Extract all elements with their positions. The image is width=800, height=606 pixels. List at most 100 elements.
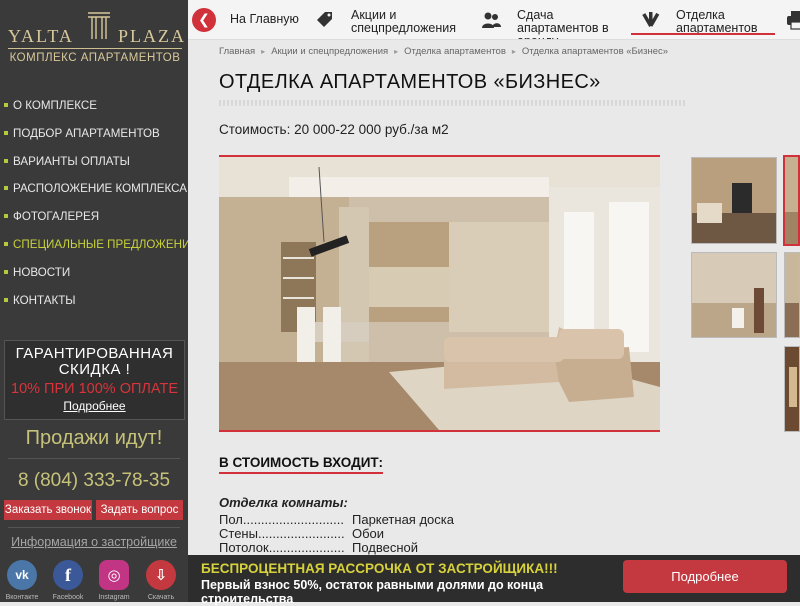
- bullet-icon: [4, 158, 8, 163]
- social-label: Вконтакте: [5, 594, 39, 601]
- menu-item-label: НОВОСТИ: [13, 265, 71, 279]
- menu-item-label: ФОТОГАЛЕРЕЯ: [13, 210, 100, 224]
- sales-status: Продажи идут!: [25, 427, 163, 449]
- gallery-thumbnail[interactable]: [691, 252, 777, 338]
- menu-item-label: РАСПОЛОЖЕНИЕ КОМПЛЕКСА: [13, 182, 187, 196]
- promo-discount: 10% ПРИ 100% ОПЛАТЕ: [11, 381, 178, 397]
- social-facebook[interactable]: f Facebook: [51, 560, 85, 601]
- menu-item-label: КОНТАКТЫ: [13, 293, 76, 307]
- social-label: Скачать: [147, 594, 175, 601]
- thumbnail-image: [785, 253, 799, 337]
- phone-number[interactable]: 8 (804) 333-78-35: [0, 470, 188, 492]
- facebook-icon: f: [53, 560, 83, 590]
- fan-deck-icon: [642, 12, 660, 27]
- price-text: Стоимость: 20 000-22 000 руб./за м2: [219, 122, 449, 137]
- bullet-icon: [4, 214, 8, 219]
- menu-item-gallery[interactable]: ФОТОГАЛЕРЕЯ: [0, 203, 188, 231]
- thumbnail-image: [692, 253, 776, 337]
- vk-icon: vk: [7, 560, 37, 590]
- logo-word-left: YALTA: [8, 26, 74, 46]
- banner-title: БЕСПРОЦЕНТНАЯ РАССРОЧКА ОТ ЗАСТРОЙЩИКА!!…: [201, 561, 558, 576]
- bullet-icon: [4, 269, 8, 274]
- breadcrumb-finishing[interactable]: Отделка апартаментов: [404, 46, 506, 57]
- menu-item-apartments[interactable]: ПОДБОР АПАРТАМЕНТОВ: [0, 120, 188, 148]
- people-icon: [482, 12, 501, 28]
- logo-word-right: PLAZA: [118, 26, 186, 46]
- gallery-thumbnail[interactable]: [691, 157, 777, 244]
- thumbnail-image: [692, 158, 776, 243]
- spec-value: Подвесной: [352, 540, 419, 555]
- discount-promo: ГАРАНТИРОВАННАЯ СКИДКА ! 10% ПРИ 100% ОП…: [4, 340, 185, 420]
- logo[interactable]: YALTA PLAZA КОМПЛЕКС АПАРТАМЕНТОВ: [0, 0, 188, 70]
- bullet-icon: [4, 297, 8, 302]
- breadcrumb: Главная ▸ Акции и спецпредложения ▸ Отделка …: [219, 46, 668, 57]
- thumbnail-image: [785, 347, 799, 431]
- sidebar: YALTA PLAZA КОМПЛЕКС АПАРТАМЕНТОВ О КОМП…: [0, 0, 188, 602]
- request-call-button[interactable]: Заказать звонок: [4, 500, 92, 520]
- spec-key: Пол.....................................…: [219, 512, 345, 527]
- spec-key: Потолок.................................…: [219, 540, 345, 555]
- nav-rent-link[interactable]: Сдача апартаментов в аренду: [517, 9, 619, 39]
- social-label: Instagram: [98, 594, 130, 601]
- spec-value: Обои: [352, 526, 385, 541]
- breadcrumb-separator-icon: ▸: [511, 47, 516, 56]
- bullet-icon: [4, 130, 8, 135]
- tag-icon: [317, 12, 332, 27]
- living-room-image: [219, 157, 660, 430]
- printer-icon[interactable]: [786, 9, 800, 31]
- menu-item-label: СПЕЦИАЛЬНЫЕ ПРЕДЛОЖЕНИЯ: [13, 237, 188, 251]
- banner-more-button[interactable]: Подробнее: [623, 560, 787, 593]
- top-navigation: ❮ На Главную Акции и спецпредложения Сда…: [188, 0, 800, 40]
- spec-key: Стены...................................…: [219, 526, 345, 541]
- instagram-icon: ◎: [99, 560, 129, 590]
- social-download[interactable]: ⇩ Скачать: [144, 560, 178, 601]
- divider: [8, 527, 180, 528]
- menu-item-special-offers[interactable]: СПЕЦИАЛЬНЫЕ ПРЕДЛОЖЕНИЯ: [0, 231, 188, 259]
- breadcrumb-separator-icon: ▸: [394, 47, 399, 56]
- installment-banner: БЕСПРОЦЕНТНАЯ РАССРОЧКА ОТ ЗАСТРОЙЩИКА!!…: [188, 555, 800, 606]
- spec-value: Паркетная доска: [352, 512, 454, 527]
- menu-item-label: ВАРИАНТЫ ОПЛАТЫ: [13, 154, 130, 168]
- gallery-thumbnail-active[interactable]: [783, 155, 800, 246]
- ask-question-button[interactable]: Задать вопрос: [96, 500, 183, 520]
- bullet-icon: [4, 102, 8, 107]
- promo-title: ГАРАНТИРОВАННАЯ СКИДКА !: [15, 345, 174, 378]
- menu-item-news[interactable]: НОВОСТИ: [0, 259, 188, 287]
- nav-active-indicator: [631, 33, 775, 35]
- spec-row: Стены...................................…: [219, 526, 539, 541]
- nav-finishing-link[interactable]: Отделка апартаментов: [676, 9, 776, 46]
- bullet-icon: [4, 241, 8, 246]
- social-label: Facebook: [52, 594, 84, 601]
- includes-heading: В СТОИМОСТЬ ВХОДИТ:: [219, 455, 383, 474]
- nav-promotions-link[interactable]: Акции и спецпредложения: [351, 9, 469, 46]
- back-arrow-icon[interactable]: ❮: [192, 8, 216, 32]
- room-finishing-heading: Отделка комнаты:: [219, 495, 348, 510]
- menu-item-contacts[interactable]: КОНТАКТЫ: [0, 287, 188, 315]
- breadcrumb-home[interactable]: Главная: [219, 46, 255, 57]
- social-vk[interactable]: vk Вконтакте: [5, 560, 39, 601]
- main-photo[interactable]: [219, 155, 660, 432]
- gallery-thumbnail[interactable]: [784, 252, 800, 338]
- bullet-icon: [4, 186, 8, 191]
- page-title: ОТДЕЛКА АПАРТАМЕНТОВ «БИЗНЕС»: [219, 71, 601, 93]
- main-menu: О КОМПЛЕКСЕ ПОДБОР АПАРТАМЕНТОВ ВАРИАНТЫ…: [0, 92, 188, 314]
- social-instagram[interactable]: ◎ Instagram: [97, 560, 131, 601]
- breadcrumb-separator-icon: ▸: [261, 47, 266, 56]
- divider: [8, 458, 180, 459]
- title-divider: [219, 100, 687, 106]
- logo-emblem-icon: [88, 12, 110, 39]
- breadcrumb-promotions[interactable]: Акции и спецпредложения: [271, 46, 388, 57]
- menu-item-payment[interactable]: ВАРИАНТЫ ОПЛАТЫ: [0, 148, 188, 176]
- developer-info-link[interactable]: Информация о застройщике: [0, 535, 188, 549]
- spec-row: Пол.....................................…: [219, 512, 539, 527]
- spec-row: Потолок.................................…: [219, 540, 539, 555]
- promo-more-link[interactable]: Подробнее: [5, 399, 184, 413]
- menu-item-label: О КОМПЛЕКСЕ: [13, 99, 97, 112]
- download-icon: ⇩: [146, 560, 176, 590]
- menu-item-location[interactable]: РАСПОЛОЖЕНИЕ КОМПЛЕКСА: [0, 175, 188, 203]
- nav-home-link[interactable]: На Главную: [230, 13, 299, 50]
- thumbnail-image: [785, 157, 798, 244]
- menu-item-label: ПОДБОР АПАРТАМЕНТОВ: [13, 126, 160, 140]
- menu-item-about[interactable]: О КОМПЛЕКСЕ: [0, 92, 188, 120]
- gallery-thumbnail[interactable]: [784, 346, 800, 432]
